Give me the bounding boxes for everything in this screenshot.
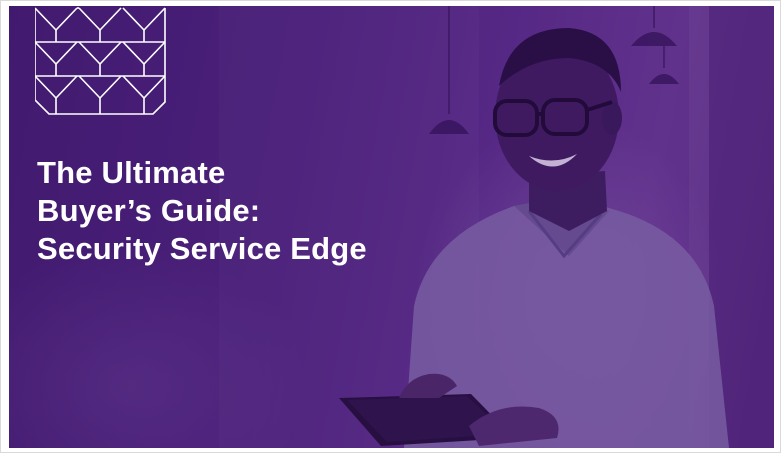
headline-line-3: Security Service Edge (37, 231, 367, 266)
hero-banner[interactable]: The Ultimate Buyer’s Guide: Security Ser… (9, 6, 774, 448)
headline: The Ultimate Buyer’s Guide: Security Ser… (37, 154, 457, 268)
headline-line-2: Buyer’s Guide: (37, 193, 261, 228)
headline-line-1: The Ultimate (37, 155, 226, 190)
geometric-y-lattice-logo-icon (35, 7, 166, 115)
banner-frame: The Ultimate Buyer’s Guide: Security Ser… (0, 0, 781, 453)
